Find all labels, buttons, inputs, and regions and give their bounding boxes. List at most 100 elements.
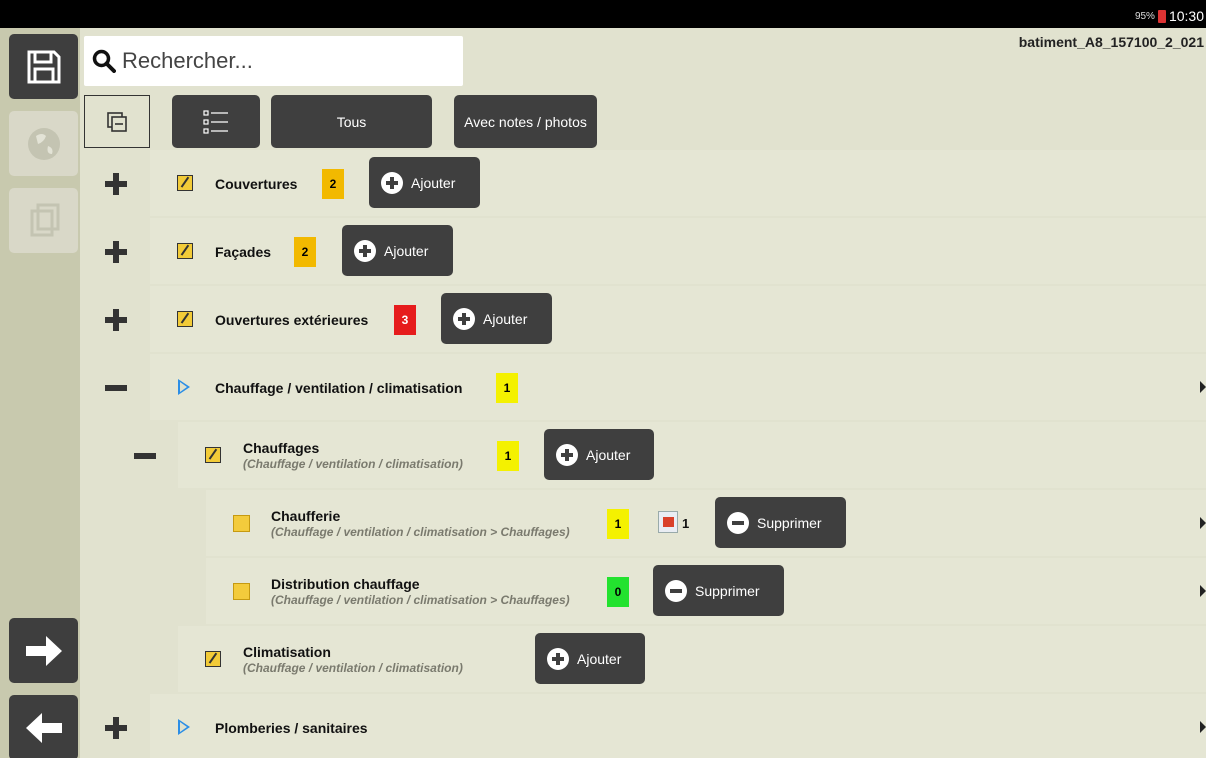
item-label: Plomberies / sanitaires xyxy=(215,720,368,736)
tree-row-plomberies[interactable]: Plomberies / sanitaires xyxy=(80,694,1206,758)
back-button[interactable] xyxy=(9,695,78,758)
collapse-icon[interactable] xyxy=(101,373,131,403)
tree-row-chaufferie[interactable]: Chaufferie (Chauffage / ventilation / cl… xyxy=(80,490,1206,558)
count-badge: 2 xyxy=(294,237,316,267)
item-title: Distribution chauffage xyxy=(271,576,420,592)
chevron-right-icon[interactable] xyxy=(1200,721,1206,733)
item-path: (Chauffage / ventilation / climatisation… xyxy=(271,525,570,539)
save-button[interactable] xyxy=(9,34,78,99)
plus-circle-icon xyxy=(547,647,569,670)
copy-button[interactable] xyxy=(9,188,78,253)
edit-icon xyxy=(205,447,221,463)
chevron-right-icon[interactable] xyxy=(1200,517,1206,529)
chevron-right-icon[interactable] xyxy=(1200,585,1206,597)
add-button[interactable]: Ajouter xyxy=(544,429,654,480)
add-button[interactable]: Ajouter xyxy=(342,225,453,276)
photo-icon[interactable] xyxy=(658,511,678,533)
expand-icon[interactable] xyxy=(101,237,131,267)
tree-row-distribution[interactable]: Distribution chauffage (Chauffage / vent… xyxy=(80,558,1206,626)
map-button[interactable] xyxy=(9,111,78,176)
plus-circle-icon xyxy=(381,171,403,194)
search-icon xyxy=(92,49,116,73)
battery-icon xyxy=(1157,9,1166,23)
item-path: (Chauffage / ventilation / climatisation… xyxy=(243,661,463,675)
remove-button-label: Supprimer xyxy=(757,514,822,531)
search-input[interactable] xyxy=(122,48,442,74)
filter-notes-button[interactable]: Avec notes / photos xyxy=(454,95,597,148)
list-icon xyxy=(203,109,228,134)
play-icon xyxy=(178,379,190,395)
add-button[interactable]: Ajouter xyxy=(535,633,645,684)
tree-row-ouvertures[interactable]: Ouvertures extérieures 3 Ajouter xyxy=(80,286,1206,354)
square-icon xyxy=(233,515,250,532)
status-bar: 95% 10:30 xyxy=(0,0,1206,28)
battery-level: 95% xyxy=(1134,10,1155,22)
tree-row-couvertures[interactable]: Couvertures 2 Ajouter xyxy=(80,150,1206,218)
edit-icon xyxy=(177,175,193,191)
expand-icon[interactable] xyxy=(101,305,131,335)
item-label: Couvertures xyxy=(215,176,298,192)
expand-icon[interactable] xyxy=(101,169,131,199)
plus-circle-icon xyxy=(453,307,475,330)
file-name: batiment_A8_157100_2_021 xyxy=(1018,34,1204,50)
clock: 10:30 xyxy=(1168,8,1204,24)
arrow-right-icon xyxy=(25,635,62,666)
tree-row-chauffage[interactable]: Chauffage / ventilation / climatisation … xyxy=(80,354,1206,422)
collapse-all-button[interactable] xyxy=(84,95,150,148)
plus-circle-icon xyxy=(354,239,376,262)
row-background xyxy=(150,150,1206,216)
plus-circle-icon xyxy=(556,443,578,466)
remove-button-label: Supprimer xyxy=(695,582,760,599)
app-window: batiment_A8_157100_2_021 Tous Avec notes… xyxy=(0,28,1206,758)
tree-row-facades[interactable]: Façades 2 Ajouter xyxy=(80,218,1206,286)
count-badge: 2 xyxy=(322,169,344,199)
add-button-label: Ajouter xyxy=(586,446,631,463)
add-button-label: Ajouter xyxy=(384,242,429,259)
photo-count: 1 xyxy=(682,516,690,531)
collapse-all-icon xyxy=(107,111,127,132)
item-label: Climatisation (Chauffage / ventilation /… xyxy=(243,644,463,675)
collapse-icon[interactable] xyxy=(130,441,160,471)
save-icon xyxy=(27,50,60,83)
next-button[interactable] xyxy=(9,618,78,683)
item-title: Chaufferie xyxy=(271,508,341,524)
expand-icon[interactable] xyxy=(101,713,131,743)
edit-icon xyxy=(177,243,193,259)
square-icon xyxy=(233,583,250,600)
chevron-right-icon[interactable] xyxy=(1200,381,1206,393)
item-label: Chaufferie (Chauffage / ventilation / cl… xyxy=(271,508,570,539)
item-label: Chauffages (Chauffage / ventilation / cl… xyxy=(243,440,463,471)
left-rail xyxy=(0,28,80,758)
item-path: (Chauffage / ventilation / climatisation… xyxy=(243,457,463,471)
remove-button[interactable]: Supprimer xyxy=(715,497,846,548)
item-path: (Chauffage / ventilation / climatisation… xyxy=(271,593,570,607)
tree-row-chauffages[interactable]: Chauffages (Chauffage / ventilation / cl… xyxy=(80,422,1206,490)
count-badge: 3 xyxy=(394,305,416,335)
item-label: Chauffage / ventilation / climatisation xyxy=(215,380,463,396)
count-badge: 1 xyxy=(607,509,629,539)
add-button[interactable]: Ajouter xyxy=(369,157,480,208)
remove-button[interactable]: Supprimer xyxy=(653,565,784,616)
add-button[interactable]: Ajouter xyxy=(441,293,552,344)
list-view-button[interactable] xyxy=(172,95,260,148)
add-button-label: Ajouter xyxy=(411,174,456,191)
add-button-label: Ajouter xyxy=(577,650,622,667)
item-label: Ouvertures extérieures xyxy=(215,312,369,328)
count-badge: 1 xyxy=(497,441,519,471)
filter-all-button[interactable]: Tous xyxy=(271,95,432,148)
arrow-left-icon xyxy=(25,712,62,743)
item-label: Distribution chauffage (Chauffage / vent… xyxy=(271,576,570,607)
count-badge: 1 xyxy=(496,373,518,403)
minus-circle-icon xyxy=(727,511,749,534)
edit-icon xyxy=(177,311,193,327)
globe-icon xyxy=(27,127,60,160)
count-badge: 0 xyxy=(607,577,629,607)
item-label: Façades xyxy=(215,244,272,260)
add-button-label: Ajouter xyxy=(483,310,528,327)
item-title: Chauffages xyxy=(243,440,320,456)
copy-icon xyxy=(30,203,59,236)
search-bar[interactable] xyxy=(84,36,463,86)
tree-row-climatisation[interactable]: Climatisation (Chauffage / ventilation /… xyxy=(80,626,1206,694)
minus-circle-icon xyxy=(665,579,687,602)
item-title: Climatisation xyxy=(243,644,331,660)
